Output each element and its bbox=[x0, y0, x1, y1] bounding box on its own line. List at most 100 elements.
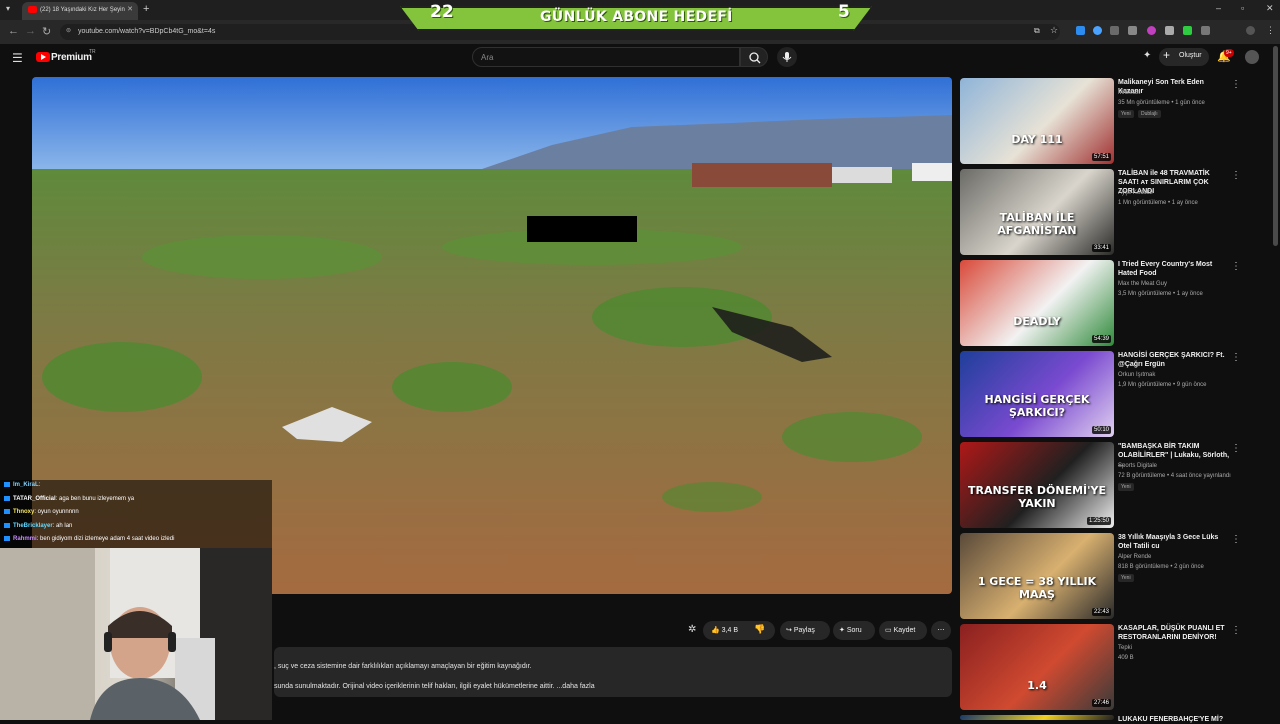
thumbnail-text: DAY 111 bbox=[1011, 133, 1063, 146]
search-button[interactable] bbox=[740, 47, 768, 67]
recommendation-thumbnail[interactable]: DEADLY 54:39 bbox=[960, 260, 1114, 346]
extension-icon[interactable] bbox=[1147, 26, 1156, 35]
cast-icon[interactable]: ✦ bbox=[1143, 50, 1151, 61]
ask-label: Soru bbox=[846, 627, 862, 634]
avatar[interactable] bbox=[1245, 50, 1259, 64]
thumbnail-text: 1.4 bbox=[1027, 679, 1047, 692]
chat-message: TATAR_Official: aga ben bunu izleyemem y… bbox=[4, 495, 134, 502]
browser-tab[interactable]: (22) 18 Yaşındaki Kız Her Şeyin ✕ bbox=[22, 2, 138, 20]
tab-search-icon[interactable]: ▾ bbox=[6, 4, 10, 13]
extension-icon[interactable] bbox=[1128, 26, 1137, 35]
plus-icon: + bbox=[1163, 48, 1171, 62]
chat-message: Im_KiraL: bbox=[4, 482, 40, 488]
save-button[interactable]: ▭ Kaydet bbox=[879, 621, 927, 640]
channel-name[interactable]: Max the Meat Guy bbox=[1118, 281, 1167, 287]
scrollbar-thumb[interactable] bbox=[1273, 46, 1278, 246]
more-options-icon[interactable]: ⋮ bbox=[1231, 625, 1241, 636]
video-meta: 409 B bbox=[1118, 655, 1134, 661]
like-icon[interactable]: 👍 bbox=[711, 627, 720, 634]
recommendation-title[interactable]: KASAPLAR, DÜŞÜK PUANLI ET RESTORANLARINI… bbox=[1118, 624, 1230, 642]
goal-target-count: 5 bbox=[838, 2, 850, 22]
recommendation-thumbnail[interactable]: TALİBAN İLE AFGANİSTAN 33:41 bbox=[960, 169, 1114, 255]
voice-search-button[interactable] bbox=[777, 47, 797, 67]
play-triangle-icon bbox=[41, 54, 46, 60]
minimize-icon[interactable]: – bbox=[1216, 3, 1221, 13]
thumbnail-text: TRANSFER DÖNEMİ'YE YAKIN bbox=[967, 484, 1107, 510]
more-options-icon[interactable]: ⋮ bbox=[1231, 352, 1241, 363]
description-line-2[interactable]: sunda sunulmaktadır. Orijinal video içer… bbox=[274, 683, 595, 690]
chat-text: : ah lan bbox=[52, 522, 73, 529]
chat-badge-icon bbox=[4, 536, 10, 541]
channel-name[interactable]: Sports Digitale bbox=[1118, 463, 1157, 469]
share-label: Paylaş bbox=[793, 627, 815, 634]
chat-text: : bbox=[38, 482, 41, 489]
recommendation-thumbnail[interactable]: TRANSFER DÖNEMİ'YE YAKIN 1:25:50 bbox=[960, 442, 1114, 528]
maximize-icon[interactable]: ▫ bbox=[1241, 3, 1244, 13]
install-icon[interactable]: ⧉ bbox=[1034, 26, 1040, 36]
notification-count-badge: 9+ bbox=[1224, 49, 1234, 57]
extension-icon[interactable] bbox=[1110, 26, 1119, 35]
recommendation-thumbnail[interactable]: HANGİSİ GERÇEK ŞARKICI? 50:10 bbox=[960, 351, 1114, 437]
recommendation-thumbnail[interactable] bbox=[960, 715, 1114, 720]
youtube-favicon-icon bbox=[28, 6, 37, 13]
tab-close-icon[interactable]: ✕ bbox=[127, 5, 133, 13]
forward-icon[interactable]: → bbox=[25, 25, 36, 37]
chat-message: Thnoxy: oyun oyunnnnn bbox=[4, 509, 79, 515]
search-input[interactable]: Ara bbox=[472, 47, 740, 67]
save-label: Kaydet bbox=[893, 627, 916, 634]
chat-text: : ben gidiyom dizi izlemeye adam 4 saat … bbox=[36, 536, 175, 543]
thumbnail-text: HANGİSİ GERÇEK ŞARKICI? bbox=[984, 393, 1090, 419]
extension-icon[interactable] bbox=[1093, 26, 1102, 35]
recommendation-thumbnail[interactable]: 1.4 27:46 bbox=[960, 624, 1114, 710]
video-badge: Dublajlı bbox=[1138, 110, 1161, 118]
video-duration: 1:25:50 bbox=[1086, 517, 1111, 525]
browser-menu-icon[interactable]: ⋮ bbox=[1266, 25, 1275, 36]
chat-username: TATAR_Official bbox=[13, 495, 56, 502]
region-code: TR bbox=[89, 49, 96, 55]
settings-gear-icon[interactable]: ✲ bbox=[688, 624, 696, 635]
channel-name[interactable]: Tepki bbox=[1118, 645, 1132, 651]
dislike-icon[interactable]: 👎 bbox=[754, 624, 765, 635]
more-options-icon[interactable]: ⋮ bbox=[1231, 79, 1241, 90]
more-actions-button[interactable]: ⋯ bbox=[931, 621, 951, 640]
video-meta: 818 B görüntüleme • 2 gün önce bbox=[1118, 564, 1204, 570]
new-tab-button[interactable]: + bbox=[143, 3, 149, 15]
hamburger-menu-icon[interactable]: ☰ bbox=[12, 51, 23, 65]
share-button[interactable]: ↪ Paylaş bbox=[780, 621, 830, 640]
window-close-icon[interactable]: ✕ bbox=[1266, 3, 1274, 14]
video-duration: 54:39 bbox=[1091, 335, 1111, 343]
recommendation-title[interactable]: I Tried Every Country's Most Hated Food bbox=[1118, 260, 1230, 278]
recommendation-thumbnail[interactable]: DAY 111 57:51 bbox=[960, 78, 1114, 164]
more-options-icon[interactable]: ⋮ bbox=[1231, 534, 1241, 545]
recommendation-title[interactable]: 38 Yıllık Maaşıyla 3 Gece Lüks Otel Tati… bbox=[1118, 533, 1230, 551]
extension-icon[interactable] bbox=[1165, 26, 1174, 35]
url-text: youtube.com/watch?v=BDpCb4tG_mo&t=4s bbox=[78, 28, 216, 35]
more-options-icon[interactable]: ⋮ bbox=[1231, 261, 1241, 272]
recommendation-title[interactable]: HANGİSİ GERÇEK ŞARKICI? Ft. @Çağrı Ergün bbox=[1118, 351, 1230, 369]
search-icon bbox=[749, 52, 761, 64]
channel-name[interactable]: MrBeast bbox=[1118, 90, 1140, 96]
channel-name[interactable]: Orkun Işıtmak bbox=[1118, 372, 1155, 378]
channel-name[interactable]: Ayşe Kocalar bbox=[1118, 190, 1153, 196]
more-options-icon[interactable]: ⋮ bbox=[1231, 443, 1241, 454]
like-count[interactable]: 3,4 B bbox=[722, 627, 738, 634]
video-duration: 50:10 bbox=[1091, 426, 1111, 434]
back-icon[interactable]: ← bbox=[8, 25, 19, 37]
bookmark-star-icon[interactable]: ☆ bbox=[1050, 25, 1058, 36]
extensions-puzzle-icon[interactable] bbox=[1201, 26, 1210, 35]
site-info-icon[interactable]: ⊜ bbox=[66, 27, 71, 34]
youtube-premium-logo[interactable]: Premium bbox=[51, 52, 92, 63]
reload-icon[interactable]: ↻ bbox=[42, 25, 51, 38]
more-options-icon[interactable]: ⋮ bbox=[1231, 170, 1241, 181]
goal-title: GÜNLÜK ABONE HEDEFİ bbox=[540, 9, 733, 25]
profile-icon[interactable] bbox=[1246, 26, 1255, 35]
extension-icon[interactable] bbox=[1076, 26, 1085, 35]
ask-button[interactable]: ✦ Soru bbox=[833, 621, 875, 640]
share-icon: ↪ bbox=[786, 627, 792, 634]
channel-name[interactable]: Alper Rende bbox=[1118, 554, 1151, 560]
recommendation-thumbnail[interactable]: 1 GECE = 38 YILLIK MAAŞ 22:43 bbox=[960, 533, 1114, 619]
video-meta: 1,9 Mn görüntüleme • 9 gün önce bbox=[1118, 382, 1207, 388]
goal-current-count: 22 bbox=[430, 2, 454, 22]
video-meta: 72 B görüntüleme • 4 saat önce yayınland… bbox=[1118, 473, 1231, 479]
extension-icon[interactable] bbox=[1183, 26, 1192, 35]
